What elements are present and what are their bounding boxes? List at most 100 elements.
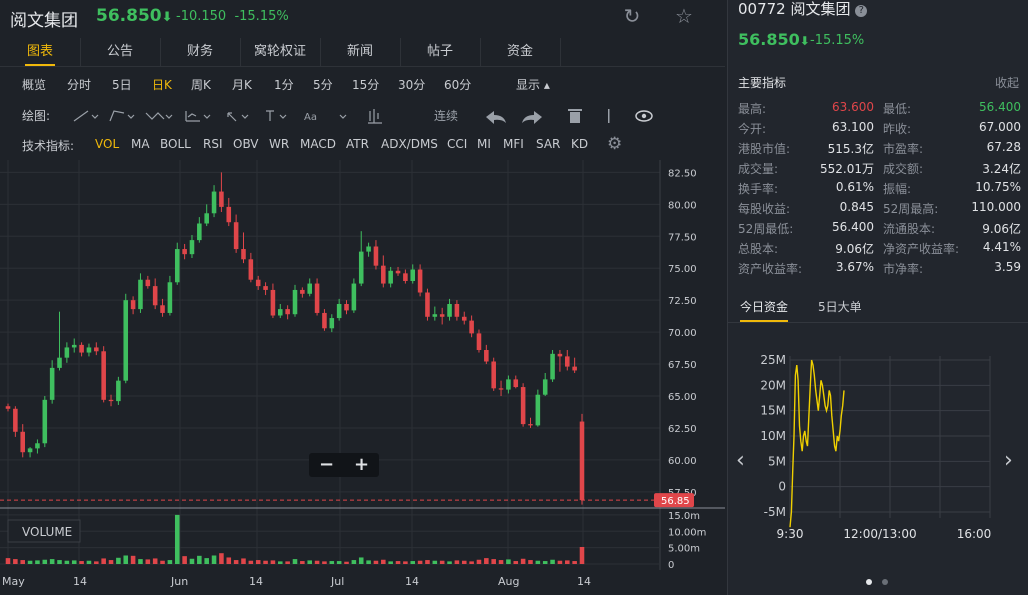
period-4[interactable]: 周K (191, 76, 211, 93)
candle-body (152, 286, 158, 306)
volume-bar (27, 560, 33, 564)
channel-tool-icon[interactable] (109, 110, 125, 122)
metric-label: 总股本: (738, 242, 779, 256)
arrow-tool-icon[interactable] (227, 112, 237, 122)
metric-row: 每股收益: 0.845 52周最高: 110.000 (728, 198, 1028, 218)
metric-value: 0.845 (839, 200, 874, 214)
page-dot[interactable] (866, 579, 872, 585)
volume-bar (491, 559, 496, 564)
mini-x-tick: 9:30 (777, 527, 804, 541)
continuous-toggle[interactable]: 连续 (434, 107, 458, 124)
question-icon[interactable]: ? (855, 5, 868, 17)
volume-bar (49, 559, 55, 564)
refresh-icon[interactable]: ↻ (620, 4, 644, 28)
tab-0[interactable]: 图表 (0, 38, 81, 66)
candle-body (20, 431, 25, 453)
indicator-boll[interactable]: BOLL (160, 137, 191, 151)
volume-bar (263, 560, 268, 564)
indicator-cci[interactable]: CCI (447, 137, 467, 151)
volume-bar (233, 560, 239, 564)
last-price-tag: 56.85 (661, 496, 690, 507)
candle-body (167, 282, 173, 313)
wave-tool-icon[interactable] (145, 112, 165, 120)
metric-value: 0.61% (835, 180, 874, 194)
fund-tab-1[interactable]: 5日大单 (818, 298, 862, 315)
period-8[interactable]: 15分 (352, 76, 379, 93)
indicator-ma[interactable]: MA (131, 137, 150, 151)
period-3[interactable]: 日K (152, 76, 172, 93)
zoom-control: − + (309, 453, 379, 477)
metric-value: 110.000 (971, 200, 1021, 214)
tab-1[interactable]: 公告 (80, 38, 161, 66)
candle-body (197, 223, 202, 241)
chevron-left-icon[interactable]: ‹ (736, 448, 745, 473)
period-2[interactable]: 5日 (112, 76, 132, 93)
zoom-in-button[interactable]: + (344, 453, 379, 477)
display-dropdown[interactable]: 显示 ▴ (516, 76, 550, 93)
mini-y-tick: 10M (760, 429, 786, 443)
indicator-adxdms[interactable]: ADX/DMS (381, 137, 438, 151)
y-tick-label: 65.00 (668, 392, 697, 403)
candle-body (57, 357, 62, 368)
volume-bar (461, 560, 467, 564)
indicator-macd[interactable]: MACD (300, 137, 336, 151)
indicator-kd[interactable]: KD (571, 137, 588, 151)
metric-value: 56.400 (832, 220, 874, 234)
tab-6[interactable]: 资金 (480, 38, 561, 66)
tab-5[interactable]: 帖子 (400, 38, 481, 66)
y-tick-label: 80.00 (668, 200, 697, 211)
tab-4[interactable]: 新闻 (320, 38, 401, 66)
period-7[interactable]: 5分 (313, 76, 333, 93)
candle-body (550, 353, 555, 380)
volume-bar (535, 560, 541, 564)
undo-icon[interactable] (486, 111, 506, 124)
volume-bar (204, 558, 209, 564)
indicator-vol[interactable]: VOL (95, 137, 119, 151)
period-0[interactable]: 概览 (22, 76, 46, 93)
period-10[interactable]: 60分 (444, 76, 471, 93)
candle-body (278, 309, 283, 316)
text-tool-icon[interactable] (266, 110, 274, 121)
measure-tool-icon[interactable] (368, 109, 382, 124)
metric-row: 总股本: 9.06亿 净资产收益率: 4.41% (728, 238, 1028, 258)
indicator-mi[interactable]: MI (477, 137, 491, 151)
candlestick-chart[interactable]: 82.50 80.00 77.50 75.00 72.50 70.00 67.50 65.00… (0, 160, 725, 595)
collapse-link[interactable]: 收起 (995, 74, 1019, 91)
font-size-tool-icon[interactable]: Aa (304, 112, 317, 123)
indicator-atr[interactable]: ATR (346, 137, 369, 151)
period-6[interactable]: 1分 (274, 76, 294, 93)
right-pct: -15.15% (810, 33, 865, 48)
settings-icon[interactable]: ⚙ (607, 134, 622, 154)
volume-bar (314, 560, 320, 564)
period-5[interactable]: 月K (232, 76, 252, 93)
indicator-sar[interactable]: SAR (536, 137, 560, 151)
indicator-wr[interactable]: WR (269, 137, 289, 151)
volume-bar (366, 560, 371, 564)
page-dot[interactable] (882, 579, 888, 585)
metrics-table: 最高: 63.600 最低: 56.400 今开: 63.100 昨收: 67.000 港股市值… (728, 98, 1028, 278)
period-9[interactable]: 30分 (398, 76, 425, 93)
indicator-obv[interactable]: OBV (233, 137, 259, 151)
trash-icon[interactable] (570, 112, 580, 123)
fund-tab-0[interactable]: 今日资金 (740, 298, 789, 322)
star-icon[interactable]: ☆ (672, 4, 696, 28)
line-tool-icon[interactable] (73, 110, 89, 122)
tab-3[interactable]: 窝轮权证 (240, 38, 321, 66)
period-1[interactable]: 分时 (67, 76, 91, 93)
fib-tool-icon[interactable] (185, 111, 200, 122)
zoom-out-button[interactable]: − (309, 453, 344, 477)
volume-bar (174, 514, 180, 564)
candle-body (64, 347, 70, 358)
tab-2[interactable]: 财务 (160, 38, 241, 66)
page-dots (866, 574, 898, 588)
redo-icon[interactable] (522, 111, 542, 124)
candle-body (447, 304, 452, 317)
quote-header: 阅文集团 56.850⬇ -10.150 -15.15% ↻ ☆ (0, 0, 725, 34)
volume-bar (35, 560, 40, 564)
candle-body (138, 279, 143, 310)
indicator-rsi[interactable]: RSI (203, 137, 223, 151)
candle-body (204, 213, 209, 224)
chevron-right-icon[interactable]: › (1004, 448, 1013, 473)
indicator-mfi[interactable]: MFI (503, 137, 524, 151)
metric-label: 市净率: (883, 262, 924, 276)
